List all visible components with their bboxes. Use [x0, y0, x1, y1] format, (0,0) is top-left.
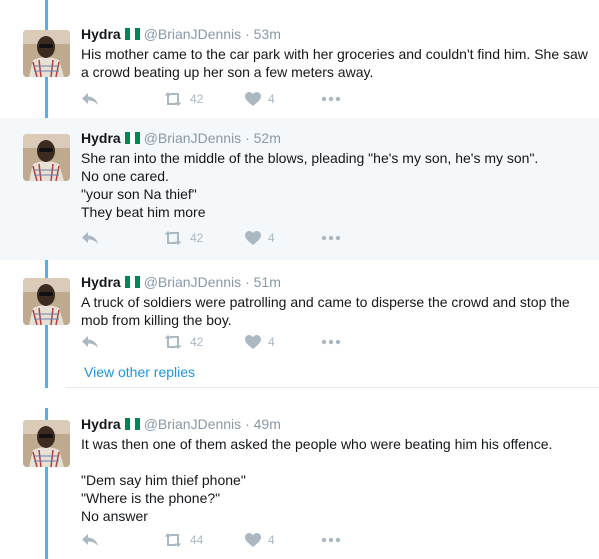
more-button[interactable] — [321, 89, 341, 109]
heart-icon — [245, 231, 261, 245]
nigeria-flag-icon — [124, 130, 141, 144]
more-button[interactable] — [321, 332, 341, 352]
reply-icon — [81, 92, 99, 106]
like-button[interactable]: 4 — [245, 228, 275, 248]
retweet-button[interactable]: 44 — [163, 530, 203, 550]
retweet-count: 42 — [190, 231, 204, 245]
tweet-actions: 42 4 — [81, 89, 381, 109]
tweet-actions: 42 4 — [81, 228, 381, 248]
tweet-text: His mother came to the car park with her… — [81, 45, 591, 81]
retweet-button[interactable]: 42 — [163, 332, 203, 352]
reply-icon — [81, 231, 99, 245]
like-count: 4 — [268, 335, 275, 349]
tweet-text-line: "Dem say him thief phone" — [81, 472, 246, 488]
more-button[interactable] — [321, 530, 341, 550]
reply-icon — [81, 533, 99, 547]
divider — [65, 387, 599, 388]
separator-dot: · — [245, 274, 250, 290]
like-count: 4 — [268, 533, 275, 547]
reply-icon — [81, 335, 99, 349]
tweet-text: She ran into the middle of the blows, pl… — [81, 149, 591, 221]
reply-button[interactable] — [81, 89, 99, 109]
display-name[interactable]: Hydra — [81, 26, 121, 42]
tweet-text-line: No answer — [81, 508, 148, 524]
retweet-count: 44 — [190, 533, 204, 547]
nigeria-flag-icon — [124, 274, 141, 288]
tweet-text-line: They beat him more — [81, 204, 206, 220]
timestamp[interactable]: 51m — [254, 274, 281, 290]
more-icon — [321, 537, 341, 543]
like-button[interactable]: 4 — [245, 332, 275, 352]
tweet[interactable]: Hydra @BrianJDennis · 53m His mother came … — [0, 14, 599, 122]
like-button[interactable]: 4 — [245, 89, 275, 109]
avatar[interactable] — [23, 278, 70, 325]
retweet-button[interactable]: 42 — [163, 228, 203, 248]
tweet-header: Hydra @BrianJDennis · 52m — [81, 129, 281, 147]
more-icon — [321, 339, 341, 345]
avatar-image — [23, 30, 70, 77]
reply-button[interactable] — [81, 332, 99, 352]
heart-icon — [245, 92, 261, 106]
timestamp[interactable]: 49m — [254, 416, 281, 432]
tweet-text-line: A truck of soldiers were patrolling and … — [81, 294, 570, 328]
display-name[interactable]: Hydra — [81, 416, 121, 432]
nigeria-flag-icon — [124, 416, 141, 430]
timestamp[interactable]: 52m — [254, 130, 281, 146]
tweet-text-line: No one cared. — [81, 168, 169, 184]
tweet-text: A truck of soldiers were patrolling and … — [81, 293, 591, 329]
more-icon — [321, 235, 341, 241]
retweet-count: 42 — [190, 335, 204, 349]
avatar-image — [23, 134, 70, 181]
like-count: 4 — [268, 92, 275, 106]
user-handle[interactable]: @BrianJDennis — [144, 274, 241, 290]
retweet-button[interactable]: 42 — [163, 89, 203, 109]
avatar[interactable] — [23, 30, 70, 77]
like-button[interactable]: 4 — [245, 530, 275, 550]
display-name[interactable]: Hydra — [81, 130, 121, 146]
tweet-actions: 44 4 — [81, 530, 381, 550]
timestamp[interactable]: 53m — [254, 26, 281, 42]
tweet-text-line — [81, 453, 591, 471]
tweet-text-line: His mother came to the car park with her… — [81, 46, 588, 80]
tweet-header: Hydra @BrianJDennis · 53m — [81, 25, 281, 43]
retweet-icon — [163, 335, 183, 349]
separator-dot: · — [245, 130, 250, 146]
nigeria-flag-icon — [124, 26, 141, 40]
separator-dot: · — [245, 26, 250, 42]
retweet-icon — [163, 533, 183, 547]
reply-button[interactable] — [81, 530, 99, 550]
avatar-image — [23, 420, 70, 467]
tweet-text-line: It was then one of them asked the people… — [81, 436, 553, 452]
more-icon — [321, 96, 341, 102]
user-handle[interactable]: @BrianJDennis — [144, 416, 241, 432]
retweet-icon — [163, 92, 183, 106]
heart-icon — [245, 533, 261, 547]
view-other-replies-link[interactable]: View other replies — [84, 364, 195, 380]
retweet-count: 42 — [190, 92, 204, 106]
heart-icon — [245, 335, 261, 349]
tweet-actions: 42 4 — [81, 332, 381, 352]
avatar[interactable] — [23, 134, 70, 181]
tweet-header: Hydra @BrianJDennis · 51m — [81, 273, 281, 291]
separator-dot: · — [245, 416, 250, 432]
tweet[interactable]: Hydra @BrianJDennis · 52m She ran into the… — [0, 118, 599, 260]
tweet[interactable]: Hydra @BrianJDennis · 51m A truck of soldi… — [0, 262, 599, 362]
avatar[interactable] — [23, 420, 70, 467]
avatar-image — [23, 278, 70, 325]
more-button[interactable] — [321, 228, 341, 248]
like-count: 4 — [268, 231, 275, 245]
user-handle[interactable]: @BrianJDennis — [144, 26, 241, 42]
tweet-text-line: She ran into the middle of the blows, pl… — [81, 150, 539, 166]
tweet[interactable]: Hydra @BrianJDennis · 49m It was then one … — [0, 404, 599, 559]
tweet-header: Hydra @BrianJDennis · 49m — [81, 415, 281, 433]
tweet-text-line: "your son Na thief" — [81, 186, 197, 202]
display-name[interactable]: Hydra — [81, 274, 121, 290]
retweet-icon — [163, 231, 183, 245]
tweet-text-line: "Where is the phone?" — [81, 490, 221, 506]
reply-button[interactable] — [81, 228, 99, 248]
tweet-text: It was then one of them asked the people… — [81, 435, 591, 525]
user-handle[interactable]: @BrianJDennis — [144, 130, 241, 146]
